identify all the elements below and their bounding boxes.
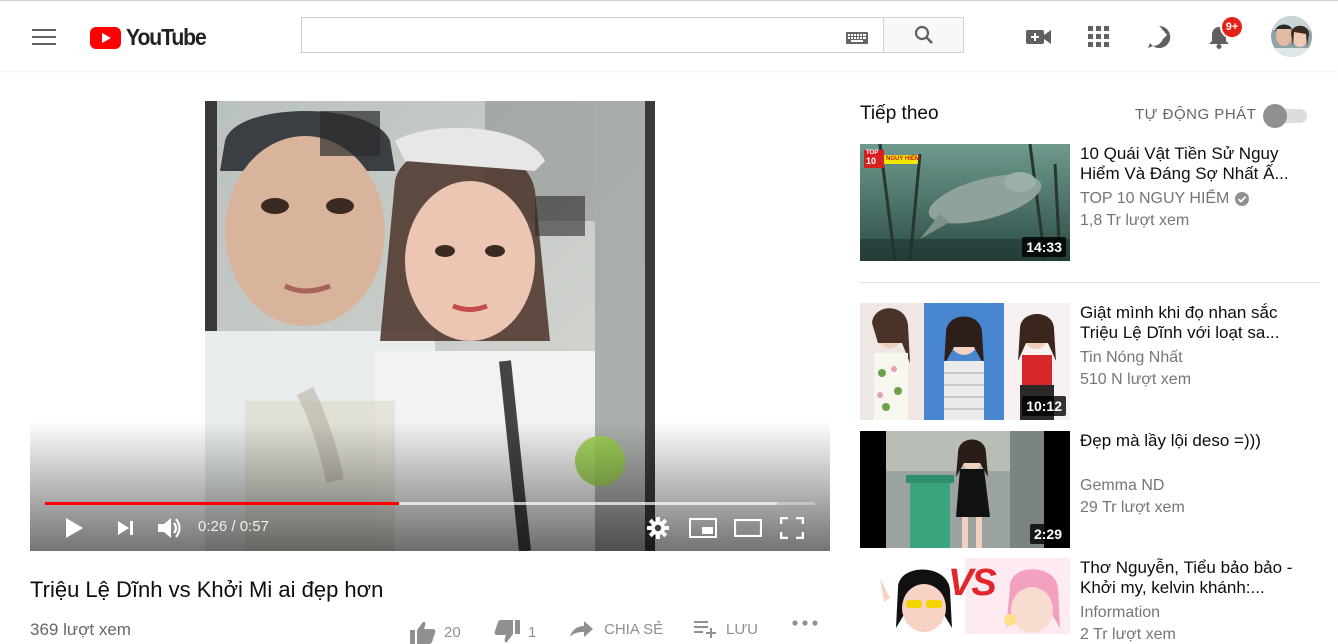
up-next-heading: Tiếp theo: [860, 103, 939, 124]
view-count: 2 Tr lượt xem: [1080, 626, 1176, 643]
miniplayer-button[interactable]: [688, 515, 718, 541]
search-input[interactable]: [312, 18, 836, 54]
volume-icon: [158, 518, 181, 538]
view-count: 29 Tr lượt xem: [1080, 499, 1185, 516]
view-count: 510 N lượt xem: [1080, 371, 1192, 388]
playlist-add-icon: [694, 621, 716, 638]
video-thumbnail[interactable]: VS: [860, 558, 1070, 634]
miniplayer-icon: [689, 518, 717, 538]
recommended-video[interactable]: VS Thơ Nguyễn, Tiểu bảo bảo - Khởi my, k…: [860, 558, 1320, 643]
notification-badge: 9+: [1222, 17, 1242, 37]
channel-name[interactable]: Tin Nóng Nhất: [1080, 349, 1183, 367]
duration-badge: 14:33: [1022, 237, 1066, 257]
next-icon: [118, 521, 133, 535]
youtube-logo[interactable]: YouTube: [90, 24, 213, 51]
video-thumbnail[interactable]: 10:12: [860, 303, 1070, 420]
theater-mode-button[interactable]: [733, 515, 763, 541]
view-count: 369 lượt xem: [30, 620, 131, 639]
progress-played: [45, 502, 400, 505]
channel-name[interactable]: Information: [1080, 604, 1160, 622]
recommended-title[interactable]: 10 Quái Vật Tiền Sử Nguy Hiểm Và Đáng Sợ…: [1080, 144, 1295, 184]
divider: [860, 282, 1320, 283]
share-icon[interactable]: [1145, 23, 1173, 51]
recommended-video[interactable]: 10:12 Giật mình khi đọ nhan sắc Triệu Lệ…: [860, 303, 1320, 421]
channel-label: TOP 10 NGUY HIỂM: [1080, 190, 1230, 207]
more-icon: [792, 620, 818, 626]
time-display: 0:26 / 0:57: [198, 518, 269, 535]
theater-mode-icon: [734, 519, 762, 537]
gear-icon: [647, 517, 669, 539]
current-time: 0:26: [198, 518, 228, 535]
recommended-video[interactable]: TOP 10 NGUY HIỂM 14:33 10 Quái Vật Tiền …: [860, 144, 1320, 262]
view-count: 1,8 Tr lượt xem: [1080, 212, 1190, 229]
logo-text: YouTube: [126, 24, 207, 50]
autoplay-label: TỰ ĐỘNG PHÁT: [1135, 106, 1257, 123]
recommended-title[interactable]: Thơ Nguyễn, Tiểu bảo bảo - Khởi my, kelv…: [1080, 558, 1295, 598]
fullscreen-button[interactable]: [779, 515, 805, 541]
more-actions-button[interactable]: [792, 620, 818, 626]
thumbs-down-icon: [494, 620, 520, 643]
settings-button[interactable]: [646, 515, 670, 541]
volume-button[interactable]: [156, 515, 184, 541]
video-title: Triệu Lệ Dĩnh vs Khởi Mi ai đẹp hơn: [30, 577, 384, 602]
recommended-title[interactable]: Đẹp mà lầy lội deso =))): [1080, 431, 1295, 451]
masthead: YouTube 9+: [0, 1, 1338, 71]
duration: 0:57: [239, 518, 269, 535]
duration-badge: 2:29: [1029, 524, 1066, 544]
save-label: LƯU: [726, 620, 758, 638]
video-thumbnail[interactable]: TOP 10 NGUY HIỂM 14:33: [860, 144, 1070, 261]
search-box[interactable]: [301, 17, 883, 54]
create-video-icon[interactable]: [1025, 23, 1053, 51]
search-icon: [914, 25, 933, 44]
next-button[interactable]: [114, 515, 136, 541]
share-arrow-icon: [570, 621, 593, 637]
like-button[interactable]: 20: [410, 620, 461, 644]
video-thumbnail[interactable]: 2:29: [860, 431, 1070, 548]
toggle-knob: [1263, 104, 1287, 128]
avatar[interactable]: [1271, 16, 1312, 57]
thumb-badge-text: NGUY HIỂM: [886, 156, 920, 162]
progress-bar[interactable]: [45, 502, 815, 505]
keyboard-icon[interactable]: [846, 31, 868, 49]
play-button[interactable]: [62, 515, 86, 541]
apps-icon[interactable]: [1085, 23, 1113, 51]
time-separator: /: [227, 518, 240, 535]
verified-icon: [1235, 192, 1250, 206]
search-button[interactable]: [883, 17, 964, 53]
channel-name[interactable]: TOP 10 NGUY HIỂM: [1080, 190, 1250, 208]
save-button[interactable]: LƯU: [694, 620, 758, 638]
like-count: 20: [444, 623, 461, 641]
autoplay-toggle[interactable]: [1263, 104, 1307, 128]
fullscreen-icon: [780, 517, 804, 539]
recommended-title[interactable]: Giật mình khi đọ nhan sắc Triệu Lệ Dĩnh …: [1080, 303, 1295, 343]
share-label: CHIA SẺ: [604, 620, 664, 638]
youtube-play-logo-icon: [90, 26, 121, 49]
dislike-button[interactable]: 1: [494, 620, 536, 644]
video-player[interactable]: 0:26 / 0:57: [30, 101, 830, 551]
dislike-count: 1: [528, 623, 537, 641]
thumb-badge-number: 10: [866, 156, 877, 166]
thumbs-up-icon: [410, 621, 436, 644]
channel-name[interactable]: Gemma ND: [1080, 477, 1164, 495]
menu-icon[interactable]: [22, 17, 66, 57]
duration-badge: 10:12: [1022, 396, 1066, 416]
thumb-vs-text: VS: [948, 562, 997, 604]
recommended-video[interactable]: 2:29 Đẹp mà lầy lội deso =))) Gemma ND 2…: [860, 431, 1320, 549]
share-button[interactable]: CHIA SẺ: [570, 620, 663, 638]
play-icon: [66, 518, 83, 538]
